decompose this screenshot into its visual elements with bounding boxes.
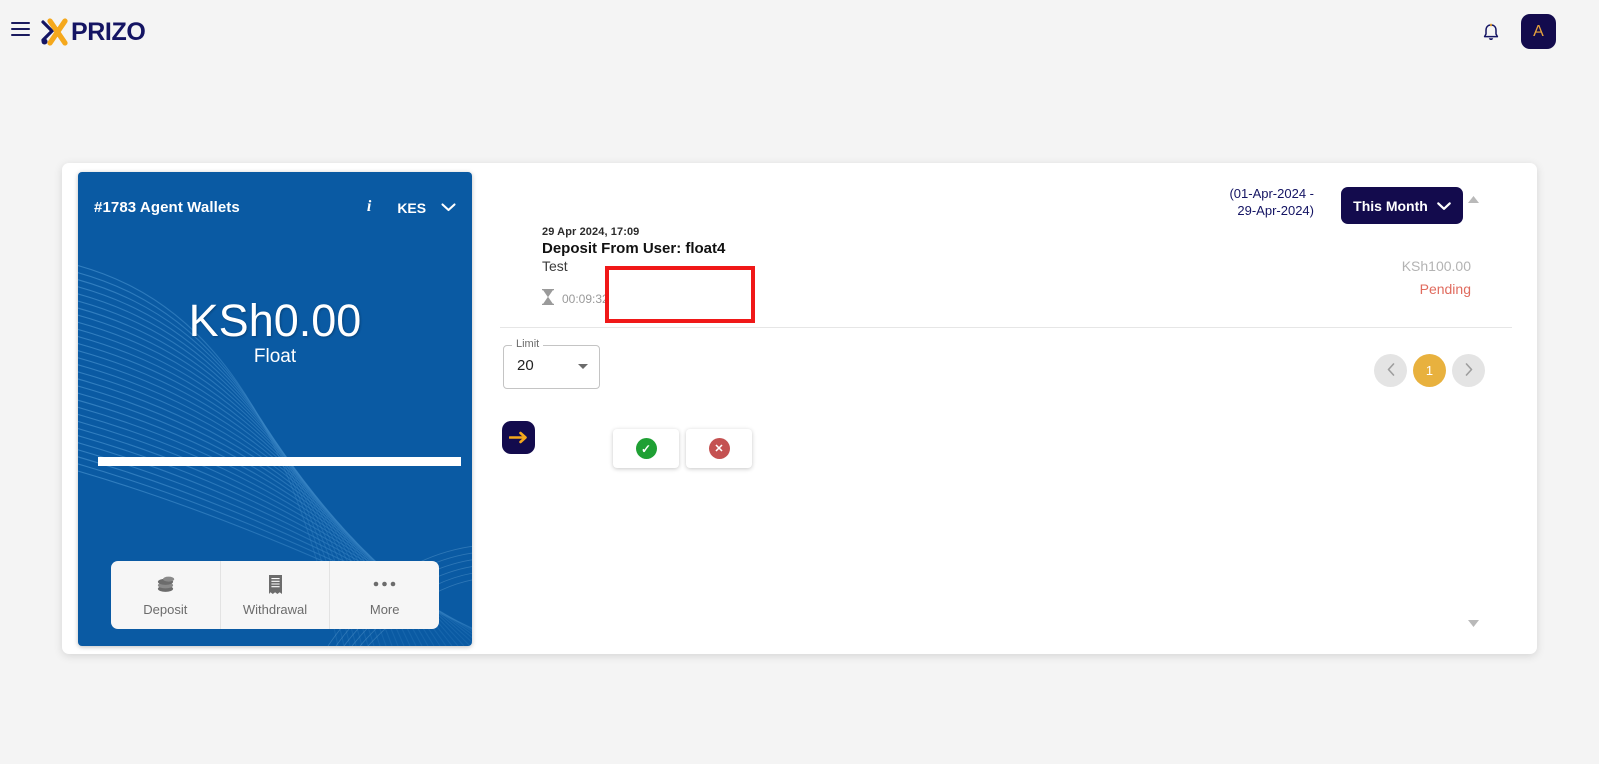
info-icon[interactable]: i: [367, 198, 371, 216]
transaction-amount: KSh100.00: [1401, 258, 1471, 274]
hourglass-icon: [541, 288, 555, 308]
ellipsis-icon: [373, 574, 396, 595]
avatar[interactable]: A: [1521, 14, 1556, 49]
transaction-direction-icon: [502, 421, 535, 454]
status-badge: Pending: [1419, 281, 1471, 297]
reject-button[interactable]: ✕: [686, 429, 752, 468]
currency-label: KES: [397, 199, 427, 216]
receipt-icon: [268, 574, 283, 595]
bell-icon[interactable]: [1480, 22, 1502, 44]
transaction-date: 29 Apr 2024, 17:09: [542, 226, 640, 238]
more-button[interactable]: More: [329, 561, 439, 629]
period-filter-button[interactable]: This Month: [1341, 187, 1463, 224]
deposit-label: Deposit: [143, 601, 188, 617]
transaction-timer: 00:09:32: [541, 288, 609, 308]
pagination-page-1[interactable]: 1: [1413, 354, 1446, 387]
avatar-initial: A: [1533, 22, 1544, 40]
hamburger-line: [11, 34, 30, 36]
transaction-title: Deposit From User: float4: [542, 240, 726, 257]
top-bar: PRIZO A: [0, 0, 1599, 62]
wallet-actions: Deposit Withdrawal More: [111, 561, 439, 629]
transaction-timer-value: 00:09:32: [562, 291, 609, 306]
balance-label: Float: [253, 346, 297, 368]
limit-select[interactable]: Limit 20: [503, 338, 600, 389]
transaction-details: 29 Apr 2024, 17:09 Deposit From User: fl…: [542, 226, 725, 274]
withdrawal-button[interactable]: Withdrawal: [219, 561, 330, 629]
more-label: More: [369, 601, 400, 617]
main-panel: #1783 Agent Wallets i KES KSh0.00 Float: [62, 163, 1537, 654]
approve-button[interactable]: ✓: [613, 429, 679, 468]
chevron-left-icon: [1387, 362, 1395, 379]
x-circle-icon: ✕: [708, 438, 730, 459]
hamburger-icon[interactable]: [11, 22, 30, 37]
caret-down-icon[interactable]: [578, 364, 588, 369]
limit-value: 20: [517, 357, 534, 374]
pagination: 1: [1374, 354, 1485, 387]
transaction-subtitle: Test: [542, 258, 568, 274]
pagination-prev-button[interactable]: [1374, 354, 1407, 387]
period-filter-label: This Month: [1353, 197, 1428, 214]
deposit-button[interactable]: Deposit: [111, 561, 220, 629]
row-divider: [500, 327, 1512, 328]
withdrawal-label: Withdrawal: [242, 601, 308, 617]
progress-bar: [98, 457, 461, 466]
chevron-right-icon: [1465, 362, 1473, 379]
scroll-down-arrow[interactable]: [1468, 614, 1479, 632]
chevron-down-icon[interactable]: [441, 199, 456, 215]
brand-name: PRIZO: [71, 17, 146, 46]
pagination-next-button[interactable]: [1452, 354, 1485, 387]
balance-amount: KSh0.00: [188, 295, 362, 346]
balance-block: KSh0.00 Float: [78, 297, 472, 368]
wallet-title: #1783 Agent Wallets: [94, 198, 240, 216]
date-range-line-1: (01-Apr-2024 -: [1229, 186, 1314, 201]
scroll-up-arrow[interactable]: [1468, 190, 1479, 208]
date-range-label: (01-Apr-2024 - 29-Apr-2024): [1194, 185, 1314, 219]
currency-selector[interactable]: KES: [397, 199, 456, 216]
wallet-card: #1783 Agent Wallets i KES KSh0.00 Float: [78, 172, 472, 646]
date-range-line-2: 29-Apr-2024): [1237, 203, 1314, 218]
transaction-amount-block: KSh100.00 Pending: [1402, 258, 1471, 297]
limit-label: Limit: [512, 338, 544, 350]
hamburger-line: [11, 22, 30, 24]
prizo-mark-icon: [41, 18, 68, 46]
pagination-current-label: 1: [1425, 363, 1434, 378]
hamburger-line: [11, 28, 30, 30]
wallet-header: #1783 Agent Wallets i KES: [94, 198, 456, 216]
check-circle-icon: ✓: [635, 438, 657, 459]
chevron-down-icon: [1437, 198, 1451, 214]
coins-icon: [155, 574, 176, 595]
brand-logo[interactable]: PRIZO: [40, 17, 146, 47]
